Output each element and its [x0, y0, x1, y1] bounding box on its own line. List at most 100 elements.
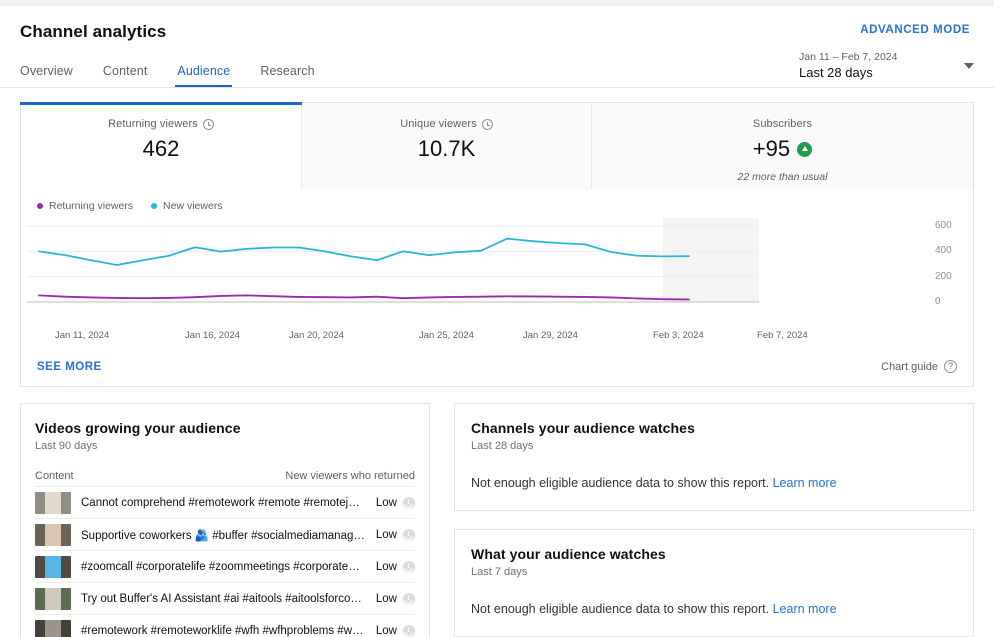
video-metric-value: Low: [375, 624, 415, 637]
tab-label: Overview: [20, 64, 73, 78]
channels-audience-watches-card: Channels your audience watches Last 28 d…: [454, 403, 974, 511]
videos-growing-audience-card: Videos growing your audience Last 90 day…: [20, 403, 430, 637]
legend-label: New viewers: [163, 200, 223, 212]
video-title: Cannot comprehend #remotework #remote #r…: [81, 496, 366, 509]
metric-value: +95: [752, 136, 813, 162]
chart-legend: Returning viewers New viewers: [21, 189, 973, 212]
x-axis-tick: Jan 25, 2024: [419, 330, 474, 341]
video-thumbnail: [35, 587, 71, 610]
series-line-returning-viewers: [38, 294, 690, 301]
video-title: #remotework #remoteworklife #wfh #wfhpro…: [81, 624, 366, 637]
video-metric-value: Low: [375, 592, 415, 605]
learn-more-link[interactable]: Learn more: [773, 476, 837, 490]
video-list-item[interactable]: Cannot comprehend #remotework #remote #r…: [35, 486, 415, 518]
video-list-item[interactable]: #zoomcall #corporatelife #zoommeetings #…: [35, 550, 415, 582]
legend-item-new-viewers[interactable]: New viewers: [151, 200, 223, 212]
video-metric-value: Low: [375, 560, 415, 573]
arrow-down-icon: [403, 624, 415, 637]
arrow-down-icon: [403, 496, 415, 509]
tab-label: Research: [260, 64, 315, 78]
partial-data-region: [663, 218, 759, 302]
date-range-selector[interactable]: Jan 11 – Feb 7, 2024 Last 28 days: [799, 50, 974, 82]
tab-audience[interactable]: Audience: [175, 64, 233, 87]
video-list-item[interactable]: Try out Buffer's AI Assistant #ai #aitoo…: [35, 582, 415, 614]
arrow-up-icon: [797, 141, 813, 157]
x-axis-tick: Feb 3, 2024: [653, 330, 704, 341]
see-more-button[interactable]: SEE MORE: [37, 361, 102, 373]
metric-card-unique-viewers[interactable]: Unique viewers 10.7K: [302, 103, 592, 189]
video-list-item[interactable]: Supportive coworkers 🫂 #buffer #socialme…: [35, 518, 415, 550]
video-metric-text: Low: [375, 496, 397, 509]
tab-label: Audience: [177, 64, 231, 78]
card-subtitle: Last 28 days: [471, 440, 534, 452]
y-axis-tick: 600: [935, 220, 952, 231]
card-title: What your audience watches: [471, 546, 666, 562]
series-line-new-viewers: [38, 237, 690, 266]
metric-label-text: Unique viewers: [400, 118, 477, 130]
thumbnail-inner: [45, 555, 61, 578]
arrow-down-icon: [403, 592, 415, 605]
x-axis-tick: Feb 7, 2024: [757, 330, 808, 341]
empty-state-text: Not enough eligible audience data to sho…: [471, 602, 770, 616]
legend-dot-icon: [37, 203, 43, 209]
chart-footer: SEE MORE Chart guide ?: [21, 350, 973, 386]
card-title: Channels your audience watches: [471, 420, 695, 436]
thumbnail-inner: [45, 491, 61, 514]
arrow-down-icon: [403, 560, 415, 573]
metric-card-returning-viewers[interactable]: Returning viewers 462: [20, 102, 302, 189]
metric-value-text: 10.7K: [417, 136, 476, 161]
card-subtitle: Last 90 days: [35, 440, 98, 452]
video-list: Cannot comprehend #remotework #remote #r…: [35, 486, 415, 637]
video-thumbnail: [35, 523, 71, 546]
video-title: #zoomcall #corporatelife #zoommeetings #…: [81, 560, 366, 573]
learn-more-link[interactable]: Learn more: [773, 602, 837, 616]
empty-state-message: Not enough eligible audience data to sho…: [471, 600, 957, 618]
metric-label-text: Returning viewers: [108, 118, 198, 130]
right-column: Channels your audience watches Last 28 d…: [454, 403, 974, 637]
metric-note: 22 more than usual: [737, 171, 828, 183]
chart-card: Returning viewers 462 Unique viewers 10.7K S…: [20, 102, 974, 387]
viewers-line-chart: [27, 218, 759, 303]
tab-research[interactable]: Research: [260, 64, 314, 87]
video-metric-text: Low: [375, 624, 397, 637]
chart-guide-button[interactable]: Chart guide ?: [881, 360, 957, 373]
metric-value: 10.7K: [418, 136, 476, 162]
bottom-section: Videos growing your audience Last 90 day…: [0, 387, 994, 637]
x-axis-tick: Jan 20, 2024: [289, 330, 344, 341]
video-metric-text: Low: [375, 528, 397, 541]
question-mark-icon: ?: [944, 360, 957, 373]
chevron-down-icon: [964, 63, 974, 69]
video-list-item[interactable]: #remotework #remoteworklife #wfh #wfhpro…: [35, 614, 415, 637]
video-metric-text: Low: [375, 592, 397, 605]
metric-card-subscribers[interactable]: Subscribers +95 22 more than usual: [592, 103, 973, 189]
advanced-mode-button[interactable]: ADVANCED MODE: [860, 24, 970, 36]
column-header-content: Content: [35, 470, 74, 482]
y-axis-tick: 400: [935, 245, 952, 257]
video-thumbnail: [35, 491, 71, 514]
metric-label: Unique viewers: [400, 118, 493, 130]
thumbnail-inner: [45, 587, 61, 610]
arrow-down-icon: [403, 528, 415, 541]
thumbnail-inner: [45, 619, 61, 637]
y-axis-tick: 200: [935, 270, 952, 282]
empty-state-message: Not enough eligible audience data to sho…: [471, 474, 957, 492]
x-axis-tick: Jan 29, 2024: [523, 330, 578, 341]
date-range-subtext: Jan 11 – Feb 7, 2024: [799, 51, 898, 63]
video-metric-text: Low: [375, 560, 397, 573]
x-axis-tick: Jan 11, 2024: [55, 330, 110, 341]
tab-content[interactable]: Content: [103, 64, 147, 87]
column-header-value: New viewers who returned: [285, 470, 415, 482]
y-axis-tick: 0: [935, 296, 941, 307]
metric-value-text: +95: [752, 136, 791, 161]
metric-value-text: 462: [142, 136, 180, 161]
video-title: Supportive coworkers 🫂 #buffer #socialme…: [81, 529, 366, 542]
tab-overview[interactable]: Overview: [20, 64, 73, 87]
metric-label: Returning viewers: [108, 118, 214, 130]
card-subtitle: Last 7 days: [471, 566, 528, 578]
page-header: Channel analytics ADVANCED MODE Jan 11 –…: [0, 6, 994, 87]
legend-item-returning-viewers[interactable]: Returning viewers: [37, 200, 133, 212]
tab-label: Content: [102, 64, 148, 78]
analytics-page: Channel analytics ADVANCED MODE Jan 11 –…: [0, 0, 994, 637]
chart-plot-area: 0 200 400 600: [21, 216, 973, 326]
list-header: Content New viewers who returned: [35, 470, 415, 486]
